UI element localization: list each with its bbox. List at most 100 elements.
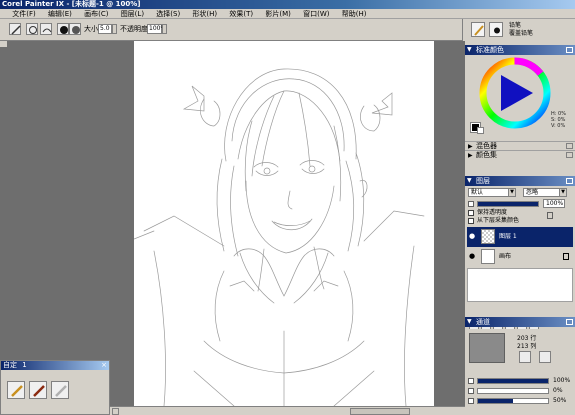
eye-icon[interactable]: ● <box>469 253 476 260</box>
brush-category-label[interactable]: 铅笔 <box>509 22 521 30</box>
mixer-panel-row[interactable]: ▶ 混色器 <box>465 141 575 150</box>
menu-window[interactable]: 窗口(W) <box>303 9 329 19</box>
color-set-panel-row[interactable]: ▶ 颜色集 <box>465 150 575 159</box>
layer-row-canvas[interactable]: ● 画布 <box>467 247 573 267</box>
pick-up-color-checkbox[interactable] <box>468 218 474 224</box>
sketch-artwork <box>134 68 425 406</box>
property-bar: 大小: 5.0 不透明度: 100% <box>0 19 462 41</box>
menu-help[interactable]: 帮助(H) <box>342 9 367 19</box>
close-icon[interactable]: × <box>101 361 107 370</box>
expand-icon[interactable]: ▶ <box>468 151 473 160</box>
brightness-icon <box>468 398 474 404</box>
layer-opacity-field[interactable]: 100% <box>543 199 565 208</box>
brush-selector-bar: 铅笔 覆盖铅笔 <box>462 19 575 41</box>
dab-type-round-icon[interactable] <box>57 23 69 35</box>
value-value: V: 0% <box>551 123 566 129</box>
opacity-spinner[interactable] <box>162 24 167 34</box>
composite-depth-select[interactable]: 忽略 ▼ <box>523 188 567 197</box>
brush-stroke-icon[interactable] <box>40 23 52 35</box>
dab-type-soft-icon[interactable] <box>69 23 81 35</box>
toolbox-grip[interactable] <box>0 41 7 47</box>
panel-menu-icon[interactable] <box>566 178 573 184</box>
right-palette-dock: ▼ 标准颜色 H: 0% S: 0% V: 0% ▶ 混色器 ▶ 颜色集 ▼ 图… <box>465 41 575 415</box>
menu-bar: 文件(F) 编辑(E) 画布(C) 图层(L) 选择(S) 形状(H) 效果(T… <box>0 9 575 19</box>
navigator-preview[interactable] <box>469 333 505 363</box>
canvas-horizontal-scrollbar[interactable] <box>110 406 465 415</box>
menu-select[interactable]: 选择(S) <box>156 9 180 19</box>
size-field[interactable]: 5.0 <box>98 24 112 34</box>
menu-movie[interactable]: 影片(M) <box>265 9 291 19</box>
zoom-slider-fill <box>478 379 548 383</box>
menu-edit[interactable]: 编辑(E) <box>48 9 72 19</box>
size-spinner[interactable] <box>112 24 117 34</box>
color-set-panel-title: 颜色集 <box>476 151 497 159</box>
composite-method-select[interactable]: 默认 ▼ <box>468 188 516 197</box>
layers-panel-body: 默认 ▼ 忽略 ▼ 100% 保持透明度 从下层采集颜色 ● 图层 1 ● 画布 <box>465 186 575 319</box>
color-wheel-area: H: 0% S: 0% V: 0% <box>465 55 575 135</box>
menu-layers[interactable]: 图层(L) <box>121 9 144 19</box>
brush-category-icon[interactable] <box>471 22 485 37</box>
chevron-down-icon[interactable]: ▼ <box>508 189 515 196</box>
composite-method-value: 默认 <box>471 189 484 196</box>
custom-palette-title-text: 自定 <box>3 361 17 369</box>
zoom-slider[interactable] <box>477 378 549 384</box>
zoom-in-icon[interactable] <box>519 351 531 363</box>
layer-lock-icon[interactable] <box>547 212 553 219</box>
collapse-icon[interactable]: ▼ <box>467 176 472 186</box>
layer-thumbnail <box>481 249 495 264</box>
preserve-transparency-label: 保持透明度 <box>477 209 508 216</box>
layer-name: 画布 <box>499 253 512 260</box>
eye-icon[interactable]: ● <box>469 233 476 240</box>
collapse-icon[interactable]: ▼ <box>467 45 472 55</box>
layers-panel-title: 图层 <box>476 177 490 185</box>
collapse-icon[interactable]: ▼ <box>467 317 472 327</box>
pencil-brush-icon[interactable] <box>7 381 25 399</box>
hsv-readout: H: 0% S: 0% V: 0% <box>551 111 566 129</box>
canvas-cols: 213 列 <box>517 343 537 350</box>
lock-icon <box>563 253 569 260</box>
brightness-slider[interactable] <box>477 398 549 404</box>
pick-up-color-label: 从下层采集颜色 <box>477 217 520 224</box>
scroll-thumb[interactable] <box>350 408 410 415</box>
channels-panel-header[interactable]: ▼ 通道 <box>465 317 575 327</box>
color-panel-header[interactable]: ▼ 标准颜色 <box>465 45 575 55</box>
marker-brush-icon[interactable] <box>29 381 47 399</box>
rotate-icon <box>468 388 474 394</box>
rotate-slider[interactable] <box>477 388 549 394</box>
menu-canvas[interactable]: 画布(C) <box>84 9 108 19</box>
brightness-value: 50% <box>553 397 567 404</box>
preserve-transparency-checkbox[interactable] <box>468 210 474 216</box>
panel-menu-icon[interactable] <box>566 152 573 158</box>
brush-variant-icon[interactable] <box>489 22 503 37</box>
panel-menu-icon[interactable] <box>566 143 573 149</box>
drawing-canvas[interactable] <box>134 41 434 406</box>
scroll-left-arrow[interactable] <box>112 408 119 415</box>
panel-menu-icon[interactable] <box>566 47 573 53</box>
channels-panel-title: 通道 <box>476 318 490 326</box>
zoom-fit-icon[interactable] <box>539 351 551 363</box>
brush-tool-icon[interactable] <box>9 23 21 35</box>
custom-palette-title[interactable]: 自定 1 × <box>1 361 109 370</box>
window-title: Corel Painter IX - [未标题-1 @ 100%] <box>2 0 141 8</box>
menu-shapes[interactable]: 形状(H) <box>192 9 217 19</box>
layer-opacity-fill <box>478 202 538 206</box>
layers-panel-header[interactable]: ▼ 图层 <box>465 176 575 186</box>
layer-name: 图层 1 <box>499 233 517 240</box>
menu-file[interactable]: 文件(F) <box>12 9 36 19</box>
zoom-value: 100% <box>553 377 571 384</box>
reset-tool-icon[interactable] <box>26 23 38 35</box>
layer-opacity-slider[interactable] <box>477 201 539 207</box>
panel-menu-icon[interactable] <box>566 319 573 325</box>
opacity-field[interactable]: 100% <box>147 24 166 34</box>
mixer-panel-title: 混色器 <box>476 142 497 150</box>
chevron-down-icon[interactable]: ▼ <box>559 189 566 196</box>
composite-depth-value: 忽略 <box>526 189 539 196</box>
layer-row-layer1[interactable]: ● 图层 1 <box>467 227 573 247</box>
brush-variant-label[interactable]: 覆盖铅笔 <box>509 30 533 38</box>
custom-palette-number: 1 <box>22 361 27 369</box>
layer-list-empty-area <box>467 268 573 302</box>
brightness-slider-fill <box>478 399 513 403</box>
menu-effects[interactable]: 效果(T) <box>229 9 253 19</box>
secondary-color-swatch[interactable] <box>477 127 484 134</box>
eraser-brush-icon[interactable] <box>51 381 69 399</box>
